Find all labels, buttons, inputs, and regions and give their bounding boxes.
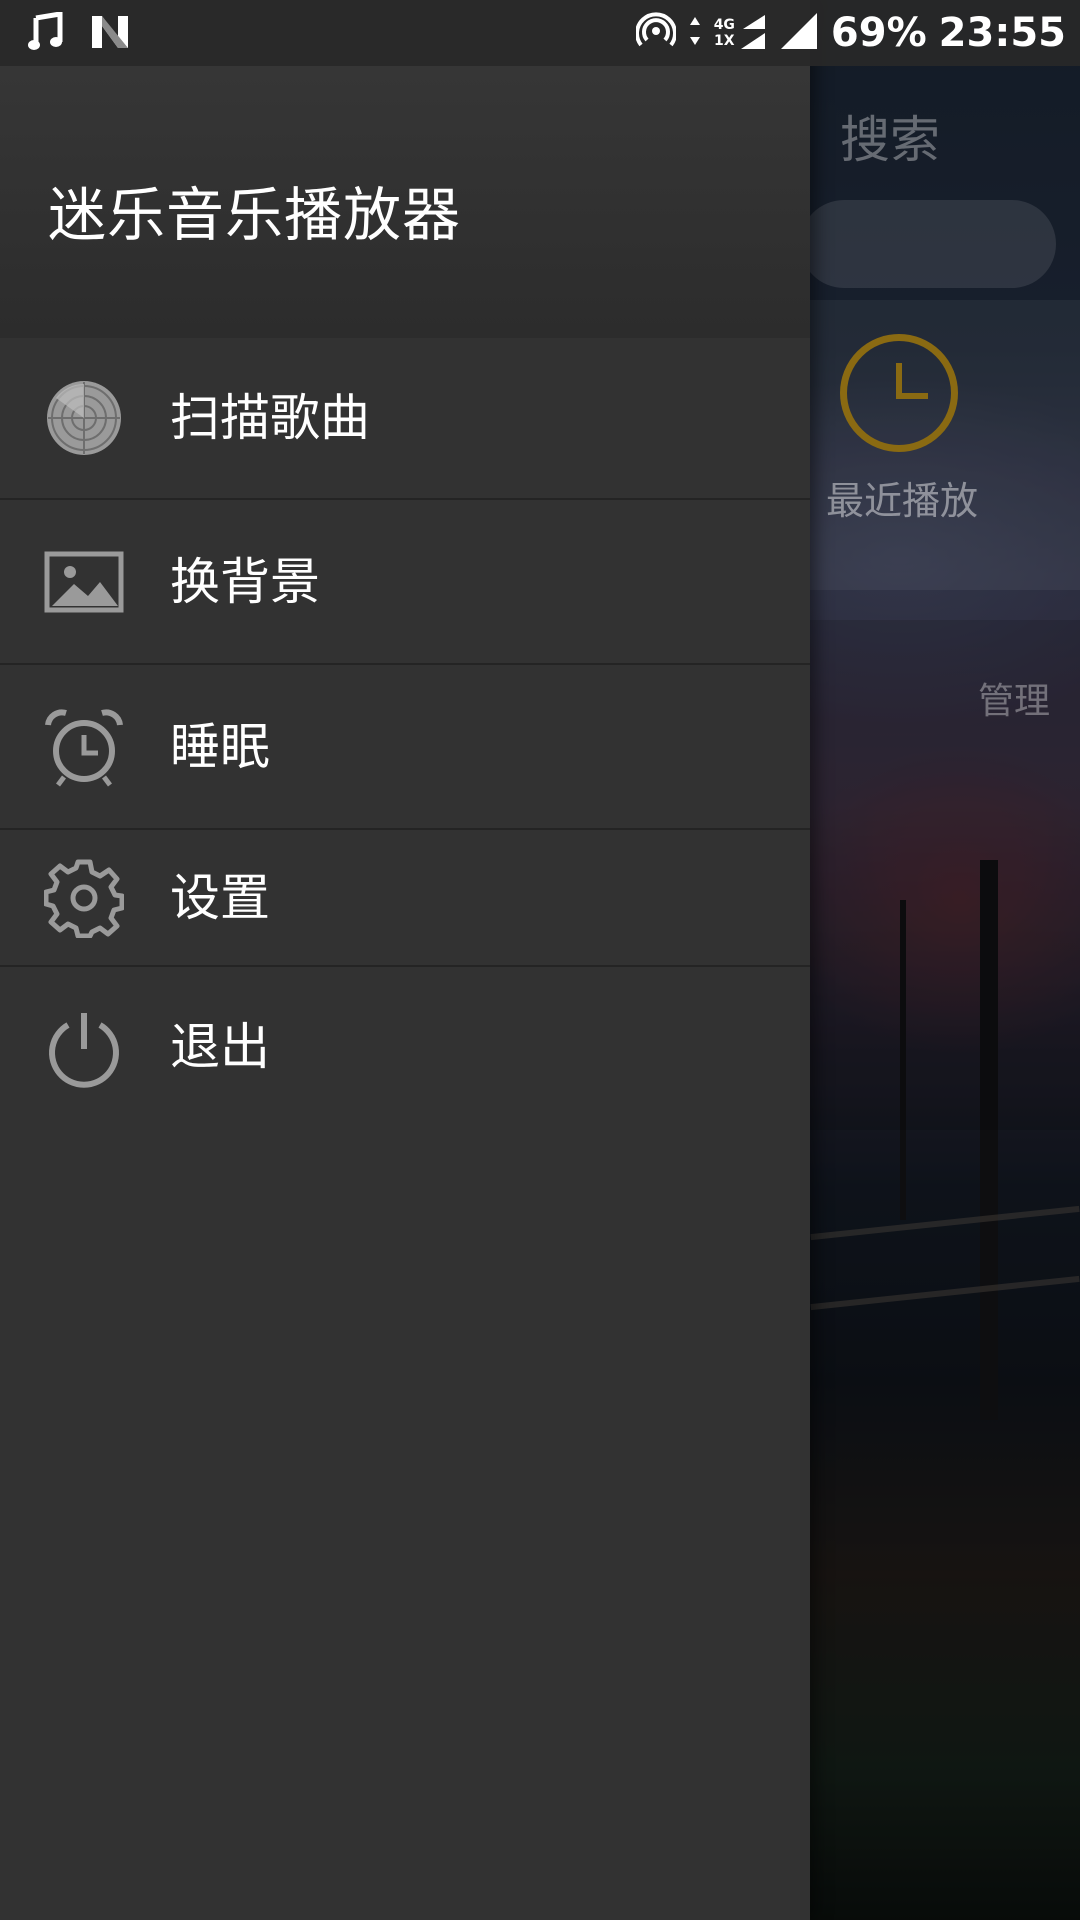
clock-icon[interactable] [840, 334, 958, 452]
status-bar: 4G 1X 69% 23:55 [0, 0, 1080, 66]
network-type: 4G 1X [714, 17, 735, 49]
menu-item-label: 睡眠 [170, 718, 270, 776]
app-name-title: 迷乐音乐播放器 [48, 181, 462, 249]
battery-percent: 69% [830, 10, 927, 56]
menu-item-label: 退出 [170, 1018, 270, 1076]
image-icon [44, 542, 124, 622]
data-arrows-icon [688, 15, 702, 51]
manage-button[interactable]: 管理 [978, 672, 1050, 724]
menu-item-sleep[interactable]: 睡眠 [0, 665, 810, 830]
signal-full-icon [779, 11, 819, 55]
clock: 23:55 [938, 10, 1066, 56]
search-title: 搜索 [840, 111, 940, 169]
menu-item-label: 扫描歌曲 [170, 389, 370, 447]
network-type-top: 4G [713, 17, 735, 33]
signal-icon [737, 11, 767, 55]
drawer-header: 迷乐音乐播放器 [0, 66, 810, 338]
menu-item-label: 换背景 [170, 553, 320, 611]
navigation-drawer: 迷乐音乐播放器 扫描歌曲 换背景 睡眠 设置 退出 [0, 0, 810, 1920]
menu-item-label: 设置 [170, 869, 270, 927]
music-note-icon [28, 11, 64, 56]
menu-item-exit[interactable]: 退出 [0, 967, 810, 1133]
menu-item-change-background[interactable]: 换背景 [0, 500, 810, 665]
network-type-bottom: 1X [714, 33, 735, 49]
n-icon [90, 12, 130, 56]
quick-access-card [810, 300, 1080, 590]
hotspot-icon [634, 11, 677, 55]
menu-item-settings[interactable]: 设置 [0, 830, 810, 967]
recent-play-label[interactable]: 最近播放 [826, 470, 978, 525]
search-input[interactable] [800, 200, 1056, 288]
radar-scan-icon [44, 378, 124, 458]
power-icon [44, 1009, 124, 1089]
alarm-clock-icon [44, 707, 124, 787]
menu-item-scan-songs[interactable]: 扫描歌曲 [0, 338, 810, 500]
gear-icon [44, 858, 124, 938]
